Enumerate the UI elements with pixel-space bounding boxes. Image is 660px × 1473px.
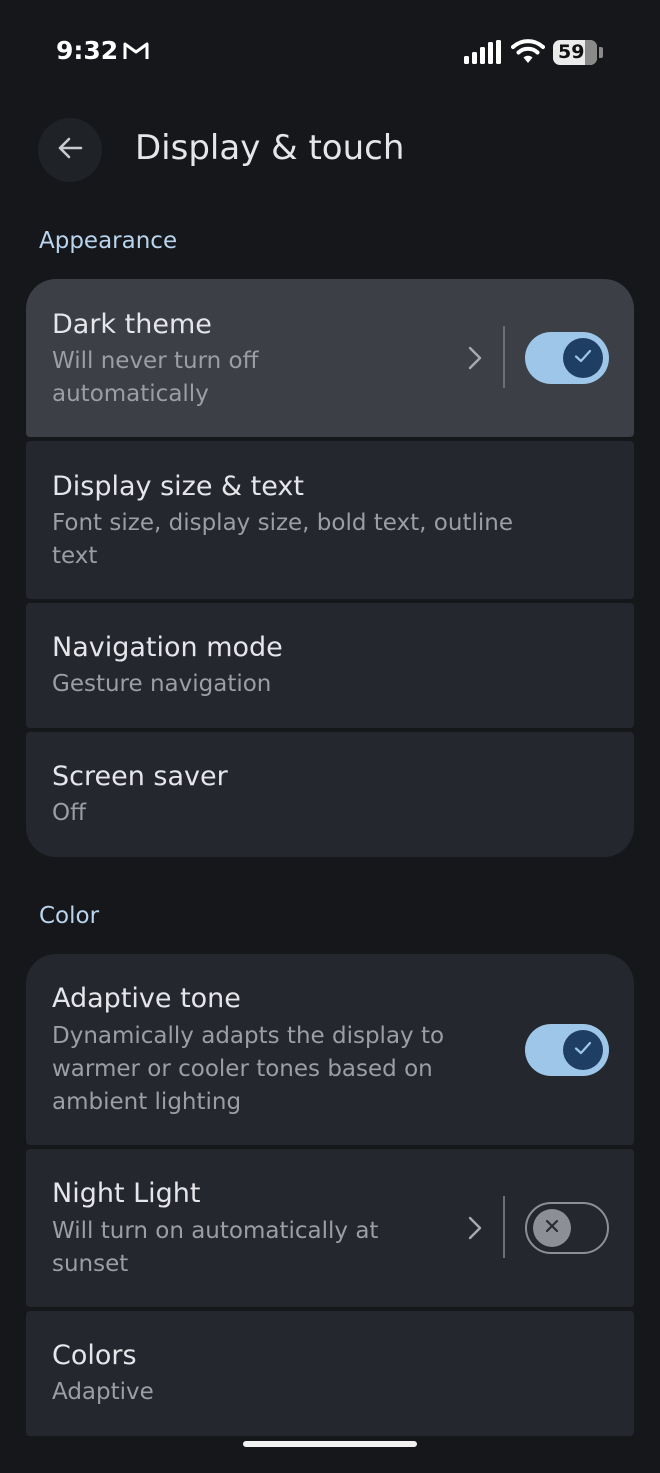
- setting-subtitle-line-2: warmer or cooler tones based on: [52, 1056, 433, 1082]
- setting-subtitle-line-1: Font size, display size, bold text, outl…: [52, 510, 513, 536]
- night-light-toggle[interactable]: [525, 1202, 609, 1254]
- setting-subtitle-line-3: ambient lighting: [52, 1089, 242, 1115]
- setting-title: Screen saver: [52, 761, 228, 792]
- setting-subtitle-line-1: Gesture navigation: [52, 671, 272, 697]
- setting-subtitle-line-1: Adaptive: [52, 1379, 154, 1405]
- arrow-back-icon: [55, 133, 85, 167]
- setting-dark-theme[interactable]: Dark theme Will never turn off automatic…: [26, 279, 634, 437]
- status-bar: 9:32 59: [0, 0, 660, 105]
- gmail-icon: [123, 41, 149, 65]
- section-label-color: Color: [39, 903, 100, 929]
- back-button[interactable]: [38, 118, 102, 182]
- status-time: 9:32: [56, 36, 119, 65]
- close-icon: [544, 1218, 560, 1238]
- divider: [503, 1196, 505, 1258]
- battery-indicator: 59: [553, 40, 597, 65]
- setting-colors[interactable]: Colors Adaptive: [26, 1311, 634, 1436]
- signal-icon: [463, 40, 503, 68]
- battery-level: 59: [558, 41, 585, 63]
- toggle-knob: [533, 1209, 571, 1247]
- chevron-right-icon: [466, 345, 484, 375]
- setting-display-size-text[interactable]: Display size & text Font size, display s…: [26, 441, 634, 599]
- setting-subtitle-line-1: Will never turn off: [52, 348, 259, 374]
- home-indicator[interactable]: [243, 1441, 417, 1447]
- setting-title: Navigation mode: [52, 632, 283, 663]
- setting-subtitle-line-2: text: [52, 543, 98, 569]
- setting-subtitle-line-1: Off: [52, 800, 86, 826]
- setting-title: Adaptive tone: [52, 983, 241, 1014]
- setting-night-light[interactable]: Night Light Will turn on automatically a…: [26, 1149, 634, 1307]
- toggle-knob: [563, 338, 603, 378]
- check-icon: [573, 1038, 593, 1062]
- toggle-knob: [563, 1030, 603, 1070]
- setting-title: Night Light: [52, 1178, 201, 1209]
- battery-empty-part: [585, 40, 597, 65]
- chevron-right-icon: [466, 1215, 484, 1245]
- setting-title: Dark theme: [52, 309, 212, 340]
- adaptive-tone-toggle[interactable]: [525, 1024, 609, 1076]
- setting-adaptive-tone[interactable]: Adaptive tone Dynamically adapts the dis…: [26, 954, 634, 1145]
- setting-subtitle-line-2: sunset: [52, 1251, 129, 1277]
- setting-navigation-mode[interactable]: Navigation mode Gesture navigation: [26, 603, 634, 728]
- setting-subtitle-line-2: automatically: [52, 381, 209, 407]
- setting-screen-saver[interactable]: Screen saver Off: [26, 732, 634, 857]
- divider: [503, 326, 505, 388]
- setting-subtitle-line-1: Dynamically adapts the display to: [52, 1023, 445, 1049]
- section-label-appearance: Appearance: [39, 228, 178, 254]
- dark-theme-toggle[interactable]: [525, 332, 609, 384]
- wifi-icon: [511, 37, 545, 69]
- setting-title: Display size & text: [52, 471, 304, 502]
- check-icon: [573, 346, 593, 370]
- setting-title: Colors: [52, 1340, 137, 1371]
- page-title: Display & touch: [135, 128, 405, 168]
- battery-nub: [599, 47, 603, 58]
- setting-subtitle-line-1: Will turn on automatically at: [52, 1218, 379, 1244]
